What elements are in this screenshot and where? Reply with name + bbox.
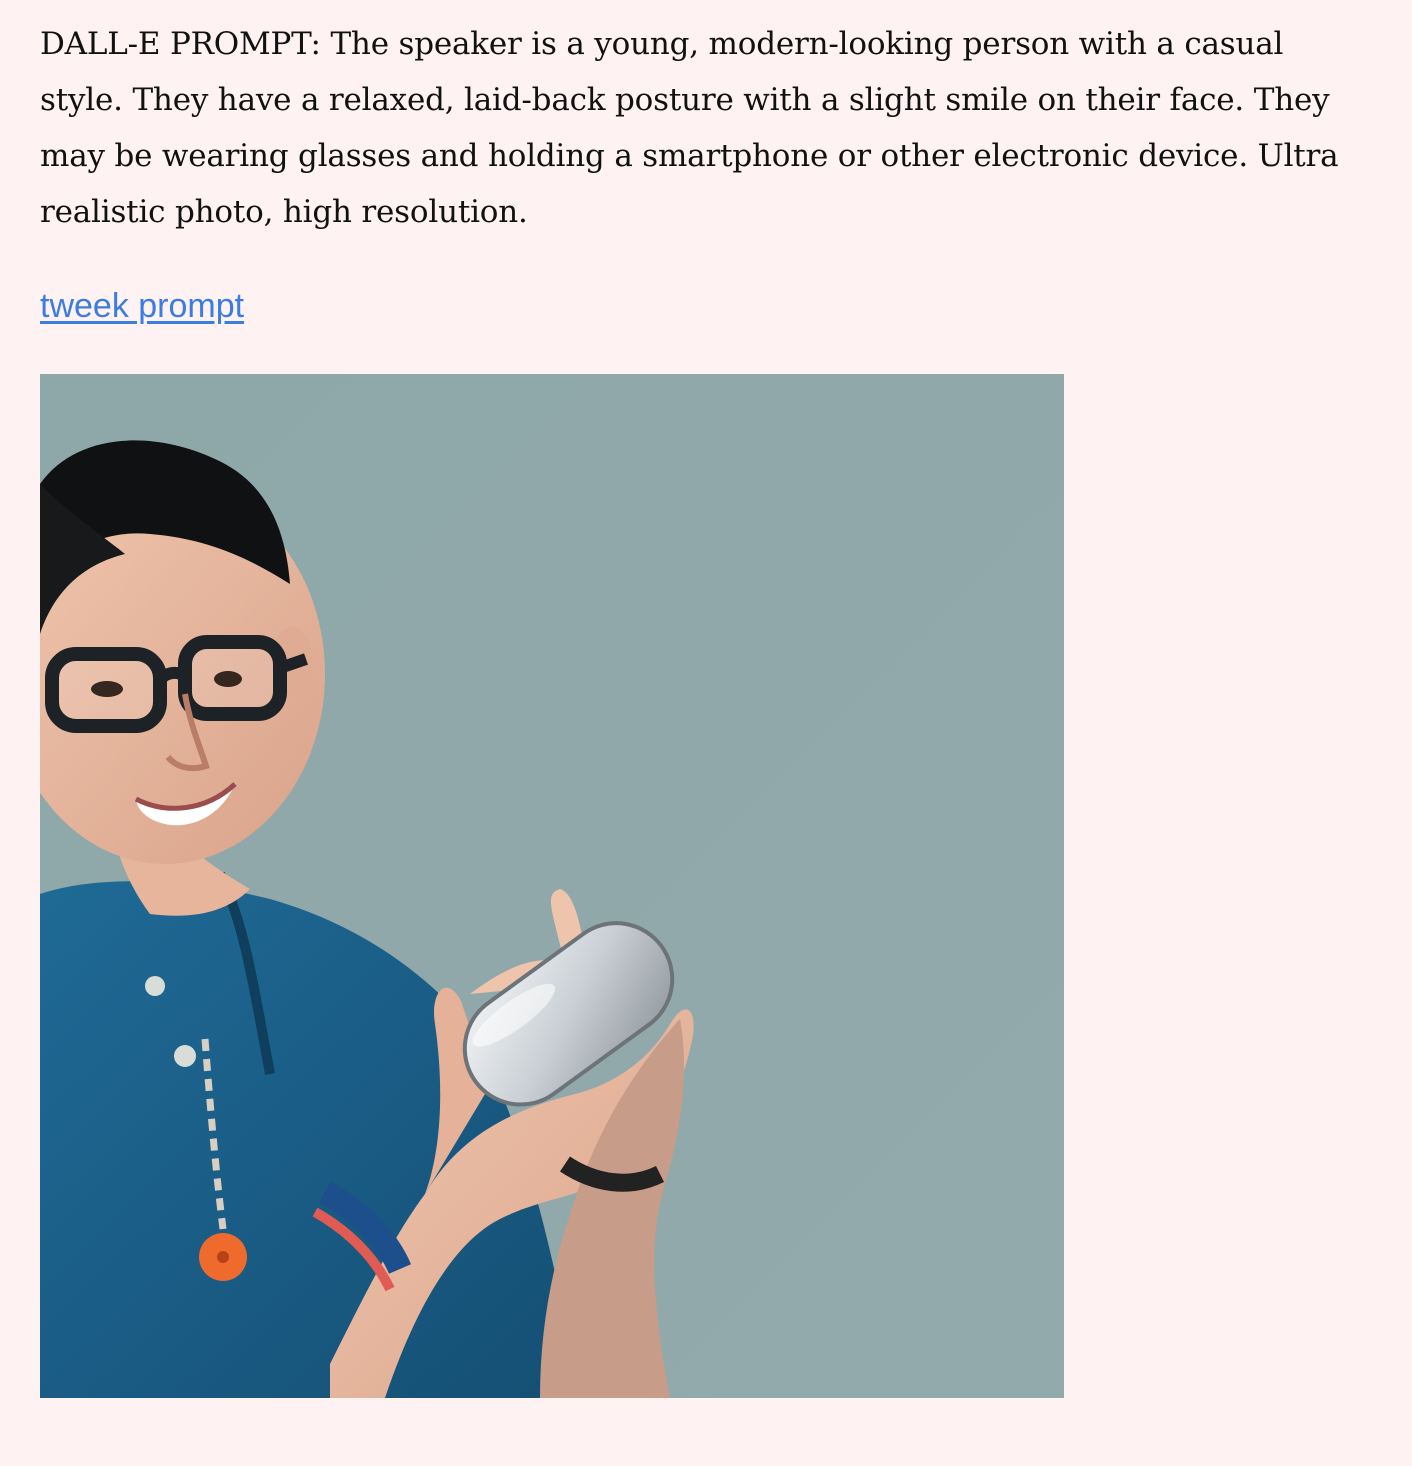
prompt-section: DALL-E PROMPT: The speaker is a young, m… bbox=[40, 16, 1370, 240]
generated-photo-illustration bbox=[40, 374, 1064, 1398]
generated-image bbox=[40, 374, 1064, 1398]
dalle-prompt-text: DALL-E PROMPT: The speaker is a young, m… bbox=[40, 26, 1339, 230]
tweek-prompt-link[interactable]: tweek prompt bbox=[40, 284, 244, 328]
